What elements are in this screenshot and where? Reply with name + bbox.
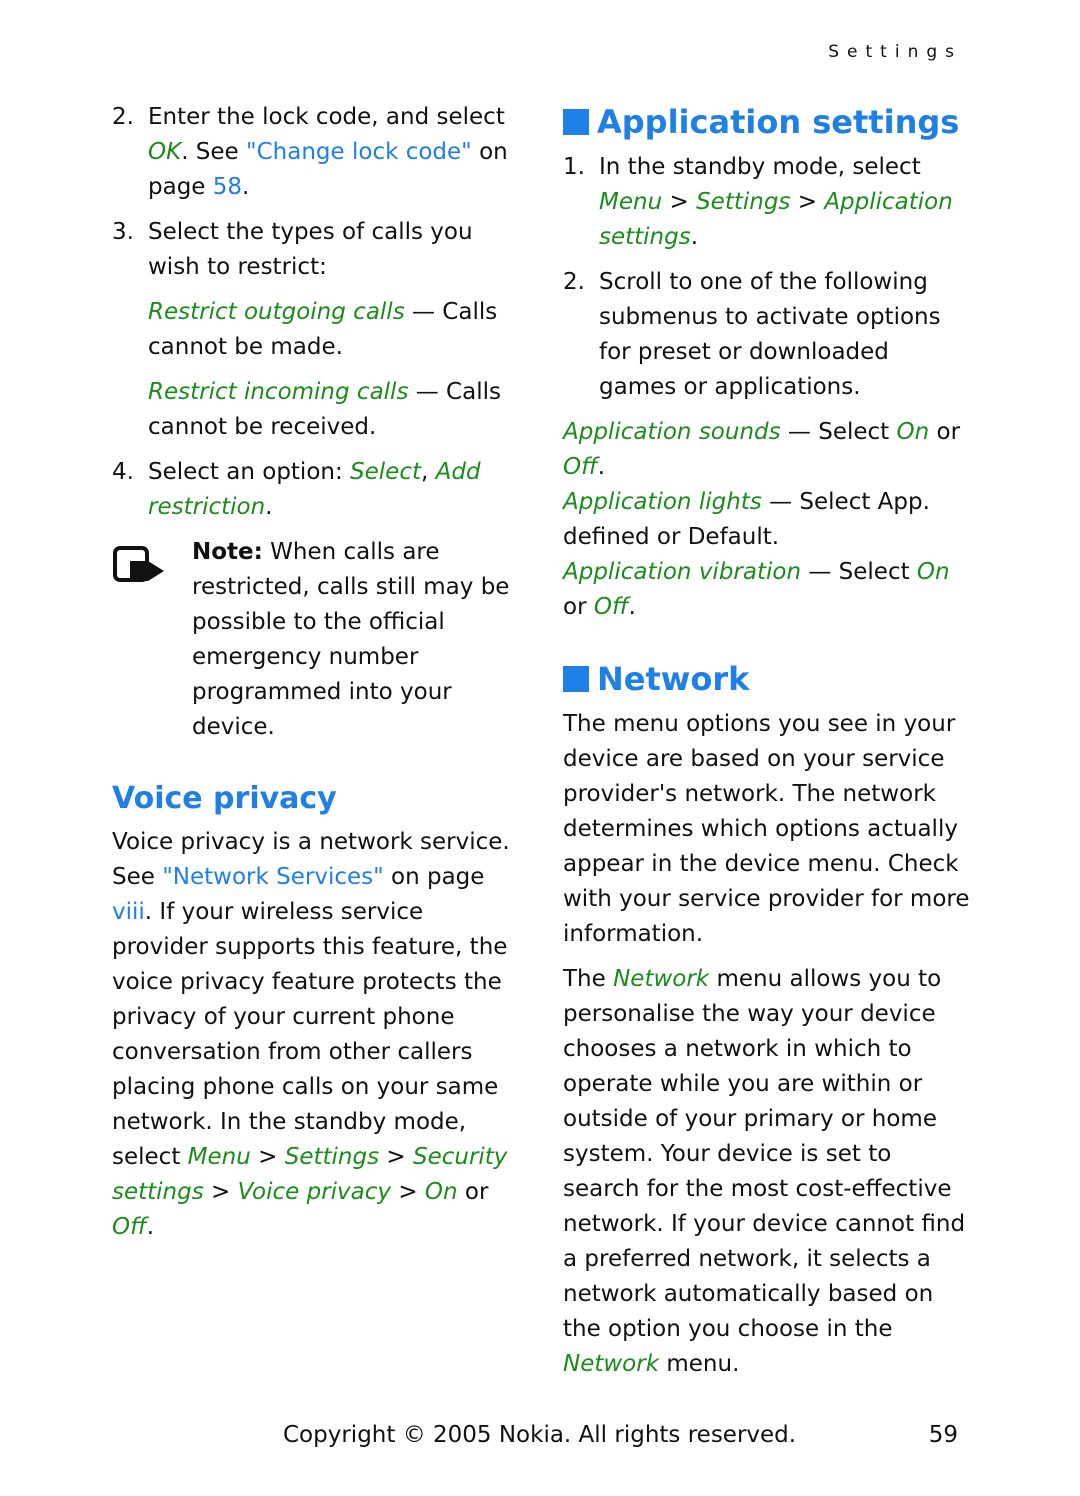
- app-step-2: 2. Scroll to one of the following submen…: [563, 269, 941, 400]
- application-settings-heading: Application settings: [563, 100, 973, 144]
- page-number: 59: [928, 1422, 958, 1448]
- section-square-icon: [563, 109, 589, 135]
- right-column: Application settings 1. In the standby m…: [563, 100, 973, 1382]
- running-header: Settings: [828, 42, 962, 62]
- network-paragraph-1: The menu options you see in your device …: [563, 711, 970, 947]
- left-column: 2. Enter the lock code, and select OK. S…: [112, 100, 522, 1245]
- option-app-sounds: Application sounds — Select On or Off.: [563, 419, 961, 480]
- ok-option: OK: [148, 139, 182, 165]
- page-viii-link[interactable]: viii: [112, 899, 145, 925]
- app-step-1: 1. In the standby mode, select Menu > Se…: [563, 154, 953, 250]
- option-app-vibration: Application vibration — Select On or Off…: [563, 559, 950, 620]
- note-box: Note: When calls are restricted, calls s…: [112, 535, 522, 745]
- step-3: 3. Select the types of calls you wish to…: [112, 219, 473, 280]
- option-app-lights: Application lights — Select App. defined…: [563, 489, 930, 550]
- page-58-link[interactable]: 58: [213, 174, 242, 200]
- page-footer: Copyright © 2005 Nokia. All rights reser…: [283, 1422, 958, 1448]
- step-2: 2. Enter the lock code, and select OK. S…: [112, 104, 508, 200]
- option-restrict-outgoing: Restrict outgoing calls — Calls cannot b…: [148, 299, 498, 360]
- step-4: 4. Select an option: Select, Add restric…: [112, 459, 481, 520]
- network-services-link[interactable]: "Network Services": [162, 864, 384, 890]
- network-paragraph-2: The Network menu allows you to personali…: [563, 966, 966, 1377]
- change-lock-code-link[interactable]: "Change lock code": [246, 139, 472, 165]
- voice-privacy-heading: Voice privacy: [112, 781, 337, 816]
- note-hand-icon: [112, 535, 192, 745]
- option-restrict-incoming: Restrict incoming calls — Calls cannot b…: [148, 379, 501, 440]
- section-square-icon: [563, 666, 589, 692]
- network-heading: Network: [563, 657, 973, 701]
- copyright-notice: Copyright © 2005 Nokia. All rights reser…: [283, 1422, 797, 1448]
- voice-privacy-body: Voice privacy is a network service. See …: [112, 829, 510, 1240]
